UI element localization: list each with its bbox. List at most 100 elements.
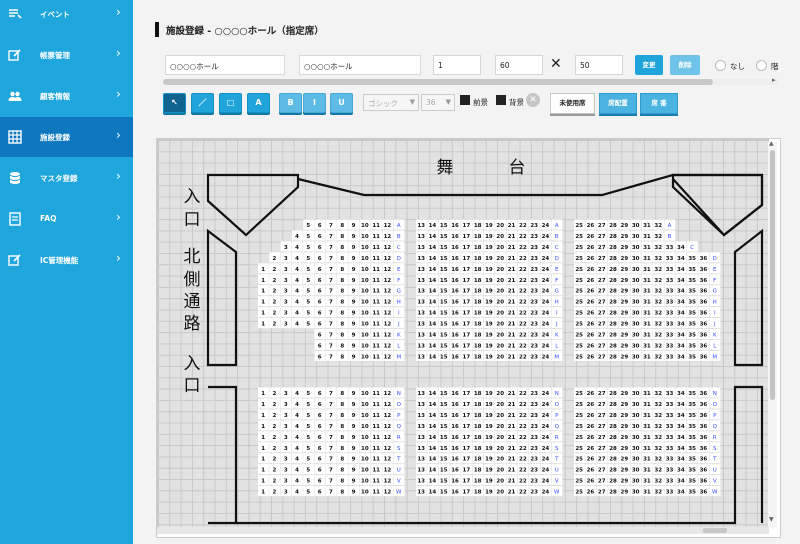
seat-layout-button[interactable]: 席配置: [599, 93, 637, 114]
change-button[interactable]: 変更: [635, 55, 663, 75]
seat-number: 10: [361, 333, 369, 339]
facility-name-field-1[interactable]: ○○○○ホール: [165, 55, 285, 75]
text-tool-button[interactable]: A: [247, 93, 270, 113]
seat-number: 9: [352, 245, 356, 251]
seat-number: 10: [361, 468, 369, 474]
radio-none[interactable]: [715, 60, 726, 71]
app-window: イベント › 帳票管理 › 顧客情報 › 施設登録 › マスタ登録 › FAQ › IC管理機能 › 施設…: [0, 0, 800, 544]
grid-cell: [159, 220, 170, 231]
delete-button[interactable]: 削除: [670, 55, 700, 75]
sidebar-item-6[interactable]: FAQ ›: [0, 199, 133, 239]
grid-cell: [159, 265, 170, 276]
sidebar-item-2[interactable]: 帳票管理 ›: [0, 35, 133, 75]
grid-cell: [351, 378, 362, 389]
size-select[interactable]: 36 ▼: [421, 94, 455, 111]
seat-number: 35: [688, 435, 696, 441]
seat-number: 10: [361, 289, 369, 295]
seat-number: 3: [284, 457, 288, 463]
grid-cell: [678, 378, 690, 389]
grid-cell: [509, 197, 520, 208]
seat-number: 22: [519, 402, 527, 408]
sidebar-item-7[interactable]: IC管理機能 ›: [0, 240, 133, 280]
grid-cell: [724, 367, 735, 378]
title-accent-bar: [155, 22, 159, 37]
unused-seat-button[interactable]: 未使用席: [550, 93, 595, 114]
sidebar-item-3[interactable]: 顧客情報 ›: [0, 76, 133, 116]
scroll-up-icon[interactable]: ▲: [769, 140, 774, 147]
grid-cell: [283, 344, 294, 355]
canvas-bottom-scroll-thumb[interactable]: [703, 528, 727, 533]
seat-number: 16: [451, 267, 459, 273]
rows-field[interactable]: 60: [495, 55, 543, 75]
grid-cell: [305, 378, 317, 389]
floor-field[interactable]: 1: [433, 55, 481, 75]
times-icon: ✕: [550, 56, 562, 72]
select-tool-button[interactable]: ↖: [163, 93, 186, 113]
bold-button[interactable]: B: [279, 93, 302, 113]
stage-label-1: 舞: [437, 158, 454, 178]
vertical-scroll-thumb[interactable]: [770, 150, 775, 400]
sidebar-item-5[interactable]: マスタ登録 ›: [0, 158, 133, 198]
seat-number: 31: [643, 278, 651, 284]
grid-cell: [724, 276, 735, 287]
italic-button[interactable]: I: [303, 93, 326, 113]
underline-button[interactable]: U: [330, 93, 353, 113]
seat-number: 31: [643, 424, 651, 430]
seat-number: 19: [485, 278, 493, 284]
cols-field[interactable]: 50: [575, 55, 623, 75]
grid-cell: [396, 208, 407, 220]
grid-cell: [215, 423, 226, 434]
seat-number: 28: [609, 490, 617, 496]
clear-color-icon[interactable]: ✕: [526, 93, 540, 107]
grid-cell: [215, 299, 226, 310]
background-color-swatch[interactable]: [496, 95, 506, 105]
grid-cell: [599, 208, 610, 220]
seat-number: 26: [587, 391, 595, 397]
seat-number: 5: [306, 278, 310, 284]
seat-number: 17: [463, 413, 471, 419]
grid-cell: [611, 367, 622, 378]
seat-number: 20: [496, 245, 504, 251]
grid-cell: [712, 186, 723, 197]
font-select[interactable]: ゴシック ▼: [363, 94, 419, 111]
grid-cell: [599, 378, 610, 389]
grid-cell: [735, 513, 746, 525]
line-tool-button[interactable]: ／: [191, 93, 214, 113]
scroll-right-icon[interactable]: ▸: [772, 76, 776, 84]
grid-cell: [192, 163, 204, 174]
seat-number: 16: [451, 311, 459, 317]
seat-number: 9: [352, 223, 356, 229]
rect-tool-button[interactable]: □: [219, 93, 242, 113]
row-letter: K: [397, 333, 401, 339]
sidebar-item-1[interactable]: イベント ›: [0, 0, 133, 34]
grid-cell: [735, 446, 746, 457]
scroll-down-icon[interactable]: ▼: [769, 516, 774, 523]
grid-cell: [238, 321, 249, 333]
grid-cell: [226, 163, 238, 174]
grid-cell: [407, 208, 418, 220]
seat-number-button[interactable]: 席 番: [640, 93, 678, 114]
horizontal-scroll-thumb[interactable]: [163, 79, 713, 85]
grid-cell: [159, 502, 170, 513]
seat-number: 5: [306, 256, 310, 262]
facility-name-field-2[interactable]: ○○○○ホール: [299, 55, 421, 75]
seat-number: 10: [361, 267, 369, 273]
grid-cell: [475, 152, 486, 163]
seat-number: 14: [429, 479, 437, 485]
grid-cell: [667, 197, 678, 208]
radio-floor[interactable]: [756, 60, 767, 71]
grid-cell: [656, 502, 667, 513]
grid-cell: [181, 412, 192, 423]
grid-cell: [724, 389, 735, 400]
seat-number: 9: [352, 234, 356, 240]
grid-cell: [531, 367, 543, 378]
canvas-bottom-scrollbar[interactable]: [157, 527, 769, 534]
seat-number: 16: [451, 468, 459, 474]
foreground-color-swatch[interactable]: [460, 95, 470, 105]
sidebar-item-4[interactable]: 施設登録 ›: [0, 117, 133, 157]
seat-number: 8: [340, 289, 344, 295]
seat-number: 3: [284, 322, 288, 328]
seat-number: 33: [666, 245, 674, 251]
seat-map-canvas[interactable]: 5 6 7 8 9 10 11 12 A 13 14 15 16 17 18 19 20 21 22 23 24 A 25 2…: [157, 139, 769, 531]
seat-number: 13: [417, 354, 425, 360]
